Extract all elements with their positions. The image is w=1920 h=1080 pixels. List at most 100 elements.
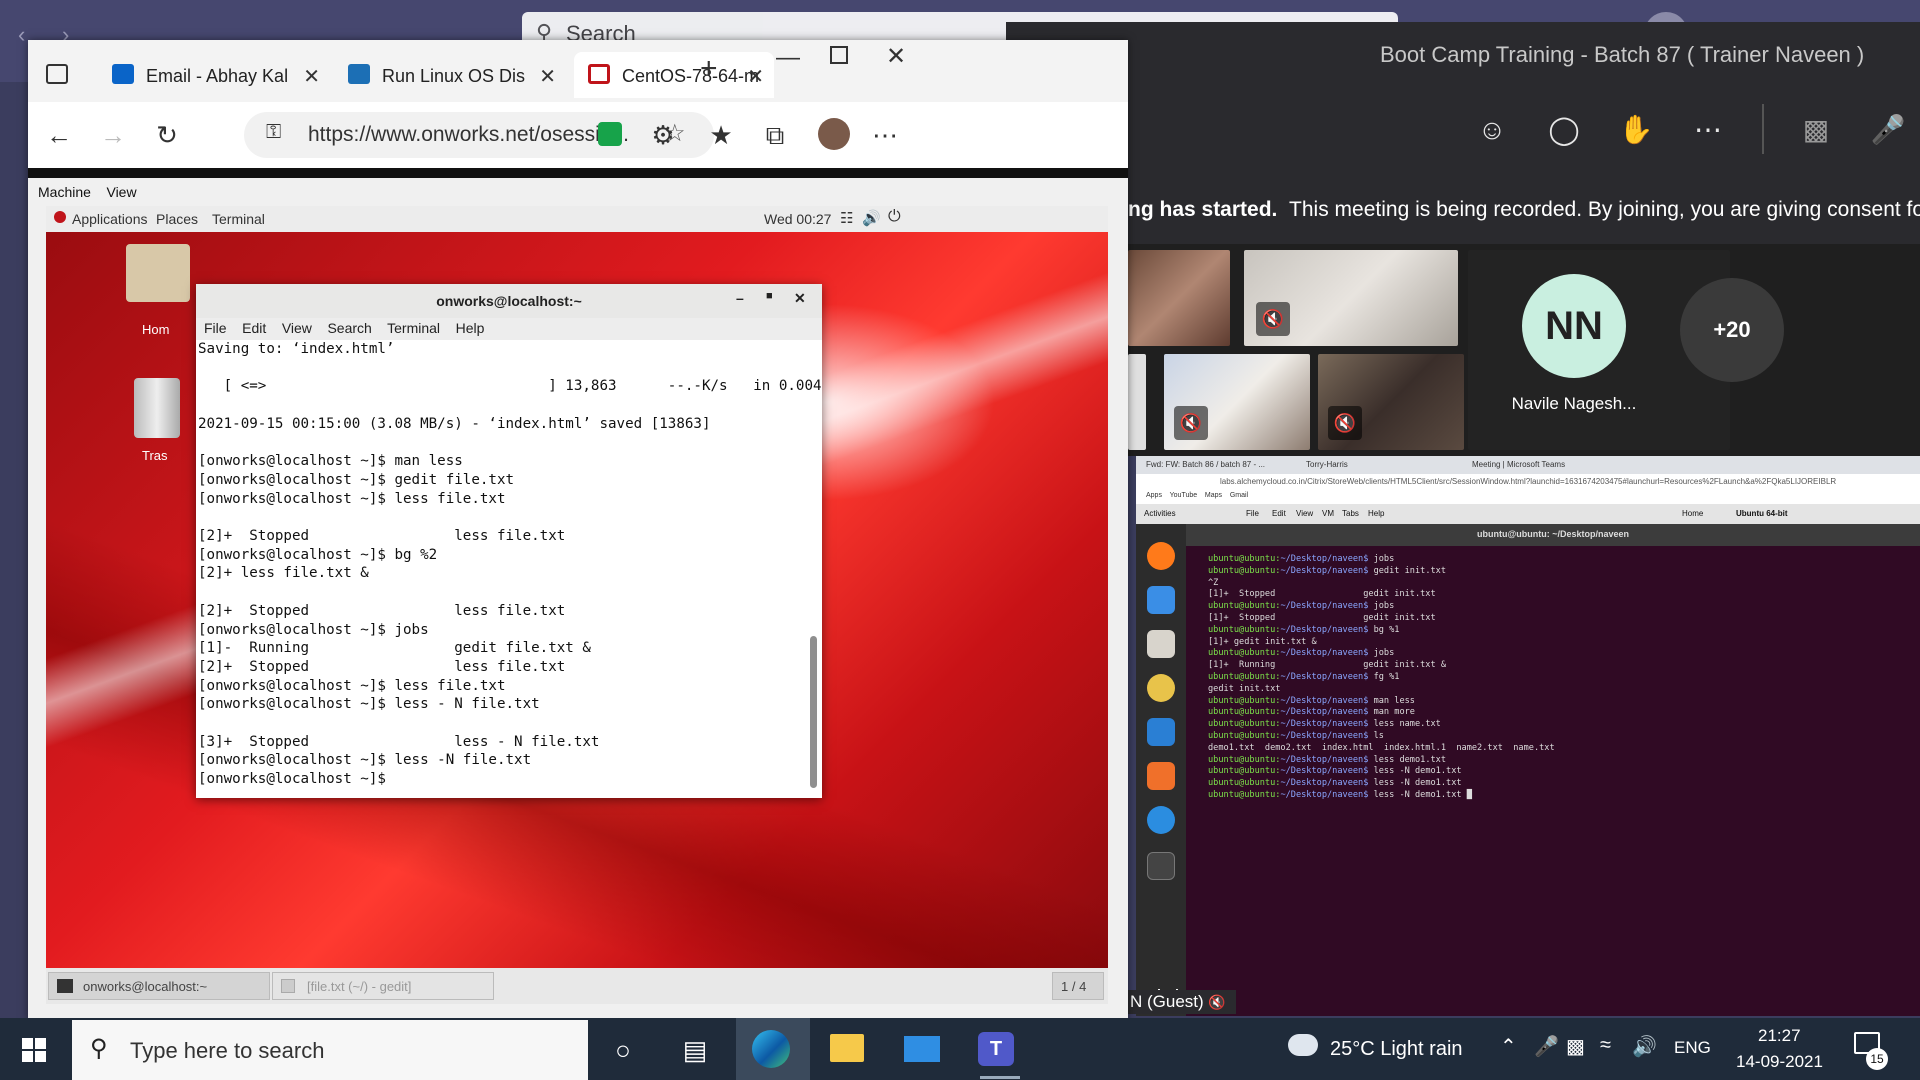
menu-view[interactable]: View [106,184,136,200]
close-window-icon[interactable]: ✕ [886,42,906,71]
profile-avatar[interactable] [818,118,850,150]
prompt-path: ~/Desktop/naveen$ [1280,624,1369,635]
more-participants-badge[interactable]: +20 [1680,278,1784,382]
video-tile[interactable] [1128,354,1146,450]
taskbar-item-gedit[interactable]: [file.txt (~/) - gedit] [272,972,494,1000]
clock-time[interactable]: 21:27 [1758,1026,1801,1046]
menu-view[interactable]: View [282,320,312,336]
browser-tab-run-linux[interactable]: Run Linux OS Dis ✕ [334,52,566,98]
maximize-icon[interactable]: ■ [766,290,773,302]
prompt-path: ~/Desktop/naveen$ [1280,789,1369,800]
terminal-menubar: File Edit View Search Terminal Help [196,318,822,340]
command-text: jobs [1368,554,1395,564]
video-tile[interactable] [1128,250,1230,346]
extensions-icon[interactable]: ⚙ [644,116,682,154]
tab-label: CentOS-78-64-m [622,66,760,86]
menu-machine[interactable]: Machine [38,184,91,200]
system-tray: 25°C Light rain ⌃ 🎤 ▩ ≈ 🔊 ENG 21:27 14-0… [1280,1018,1920,1080]
terminal-icon [57,979,73,993]
shared-terminal-output: ubuntu@ubuntu: ~/Desktop/naveen$ jobs ubun… [1186,546,1920,1016]
prompt-path: ~/Desktop/naveen$ [1280,671,1369,682]
ubuntu-dock: ⋮⋮ [1136,524,1186,1016]
raise-hand-icon[interactable]: ✋ [1616,110,1656,150]
back-icon[interactable]: ← [40,116,78,154]
weather-icon[interactable] [1288,1034,1318,1056]
terminal-scrollbar[interactable] [810,636,817,788]
shared-terminal-line: ubuntu@ubuntu:~/Desktop/naveen$ bg %1 [1208,625,1920,637]
home-folder-icon[interactable] [126,244,190,302]
weather-text[interactable]: 25°C Light rain [1330,1038,1463,1061]
clock-date[interactable]: 14-09-2021 [1736,1052,1823,1072]
menu-file[interactable]: File [204,320,227,336]
microphone-icon[interactable]: 🎤 [1534,1034,1559,1059]
chat-icon[interactable]: ◯ [1544,110,1584,150]
show-hidden-icon[interactable]: ⌃ [1500,1034,1517,1059]
video-tile[interactable]: 🔇 [1318,354,1464,450]
prompt-user: ubuntu@ubuntu: [1208,565,1281,576]
menu-applications[interactable]: Applications [72,211,148,227]
prompt-path: ~/Desktop/naveen$ [1280,730,1369,741]
video-tile[interactable]: 🔇 [1164,354,1310,450]
network-icon[interactable]: ☷ [840,209,853,227]
maximize-icon[interactable] [830,46,848,64]
file-explorer-icon[interactable] [830,1034,864,1062]
collections-icon[interactable]: ⧉ [756,116,794,154]
close-icon[interactable]: ✕ [303,64,320,89]
menu-terminal[interactable]: Terminal [387,320,440,336]
command-text: man less [1368,695,1415,706]
close-icon[interactable]: ✕ [539,64,556,89]
command-text: bg %1 [1368,624,1400,635]
camera-off-icon[interactable]: ▩ [1796,110,1836,150]
trash-icon[interactable] [134,378,180,438]
minimize-icon[interactable]: – [736,290,744,306]
edge-icon[interactable] [752,1030,790,1068]
cortana-icon[interactable]: ○ [600,1030,646,1070]
prompt-path: ~/Desktop/naveen$ [1280,648,1369,659]
vm-menubar: Machine View [28,178,1128,204]
close-icon[interactable]: ✕ [794,290,806,307]
gnome-bottom-bar: onworks@localhost:~ [file.txt (~/) - ged… [46,968,1108,1004]
menu-search[interactable]: Search [327,320,371,336]
menu-places[interactable]: Places [156,211,198,227]
command-text: gedit init.txt [1368,565,1447,576]
teams-icon[interactable]: T [978,1032,1014,1066]
mic-off-icon[interactable]: 🎤 [1868,110,1908,150]
task-view-icon[interactable]: ▤ [672,1030,718,1070]
extension-icon[interactable] [598,122,622,146]
workspace-indicator[interactable]: 1 / 4 [1052,972,1104,1000]
tab-actions-icon[interactable] [46,64,68,84]
language-indicator[interactable]: ENG [1674,1038,1711,1058]
forward-icon[interactable]: → [94,116,132,154]
mail-icon[interactable] [904,1036,940,1062]
command-text: less -N demo1.txt █ [1368,789,1472,800]
browser-tab-email[interactable]: Email - Abhay Kal ✕ [98,52,330,98]
menu-help[interactable]: Help [456,320,485,336]
power-icon[interactable]: ⏻ [888,208,901,226]
close-icon[interactable]: ✕ [747,64,764,89]
wifi-icon[interactable]: ≈ [1600,1034,1611,1057]
terminal-output[interactable]: Saving to: ‘index.html’ [ <=> ] 13,863 -… [196,340,822,798]
participants-icon[interactable]: ☺ [1472,110,1512,150]
new-tab-icon[interactable]: + [700,52,718,86]
windows-start-icon[interactable] [22,1038,46,1062]
taskbar-search-box[interactable]: ⚲ Type here to search [72,1020,588,1080]
settings-more-icon[interactable]: ⋯ [866,116,904,154]
menu-terminal[interactable]: Terminal [212,211,265,227]
prompt-user: ubuntu@ubuntu: [1208,707,1281,718]
favorites-icon[interactable]: ★ [702,116,740,154]
back-arrow-icon[interactable]: ‹ [18,22,25,48]
shared-terminal-line: [1]+ Stopped gedit init.txt [1208,612,1436,623]
notification-count: 15 [1866,1048,1888,1070]
taskbar-item-terminal[interactable]: onworks@localhost:~ [48,972,270,1000]
volume-icon[interactable]: 🔊 [862,209,881,227]
menu-edit[interactable]: Edit [242,320,266,336]
volume-icon[interactable]: 🔊 [1632,1034,1657,1059]
refresh-icon[interactable]: ↻ [148,116,186,154]
more-options-icon[interactable]: ⋯ [1688,110,1728,150]
browser-tab-centos[interactable]: CentOS-78-64-m ✕ [574,52,774,98]
battery-icon[interactable]: ▩ [1566,1034,1585,1059]
clock[interactable]: Wed 00:27 [764,211,831,227]
minimize-icon[interactable]: — [776,44,800,72]
video-tile[interactable]: 🔇 [1244,250,1458,346]
help-icon [1147,806,1175,834]
